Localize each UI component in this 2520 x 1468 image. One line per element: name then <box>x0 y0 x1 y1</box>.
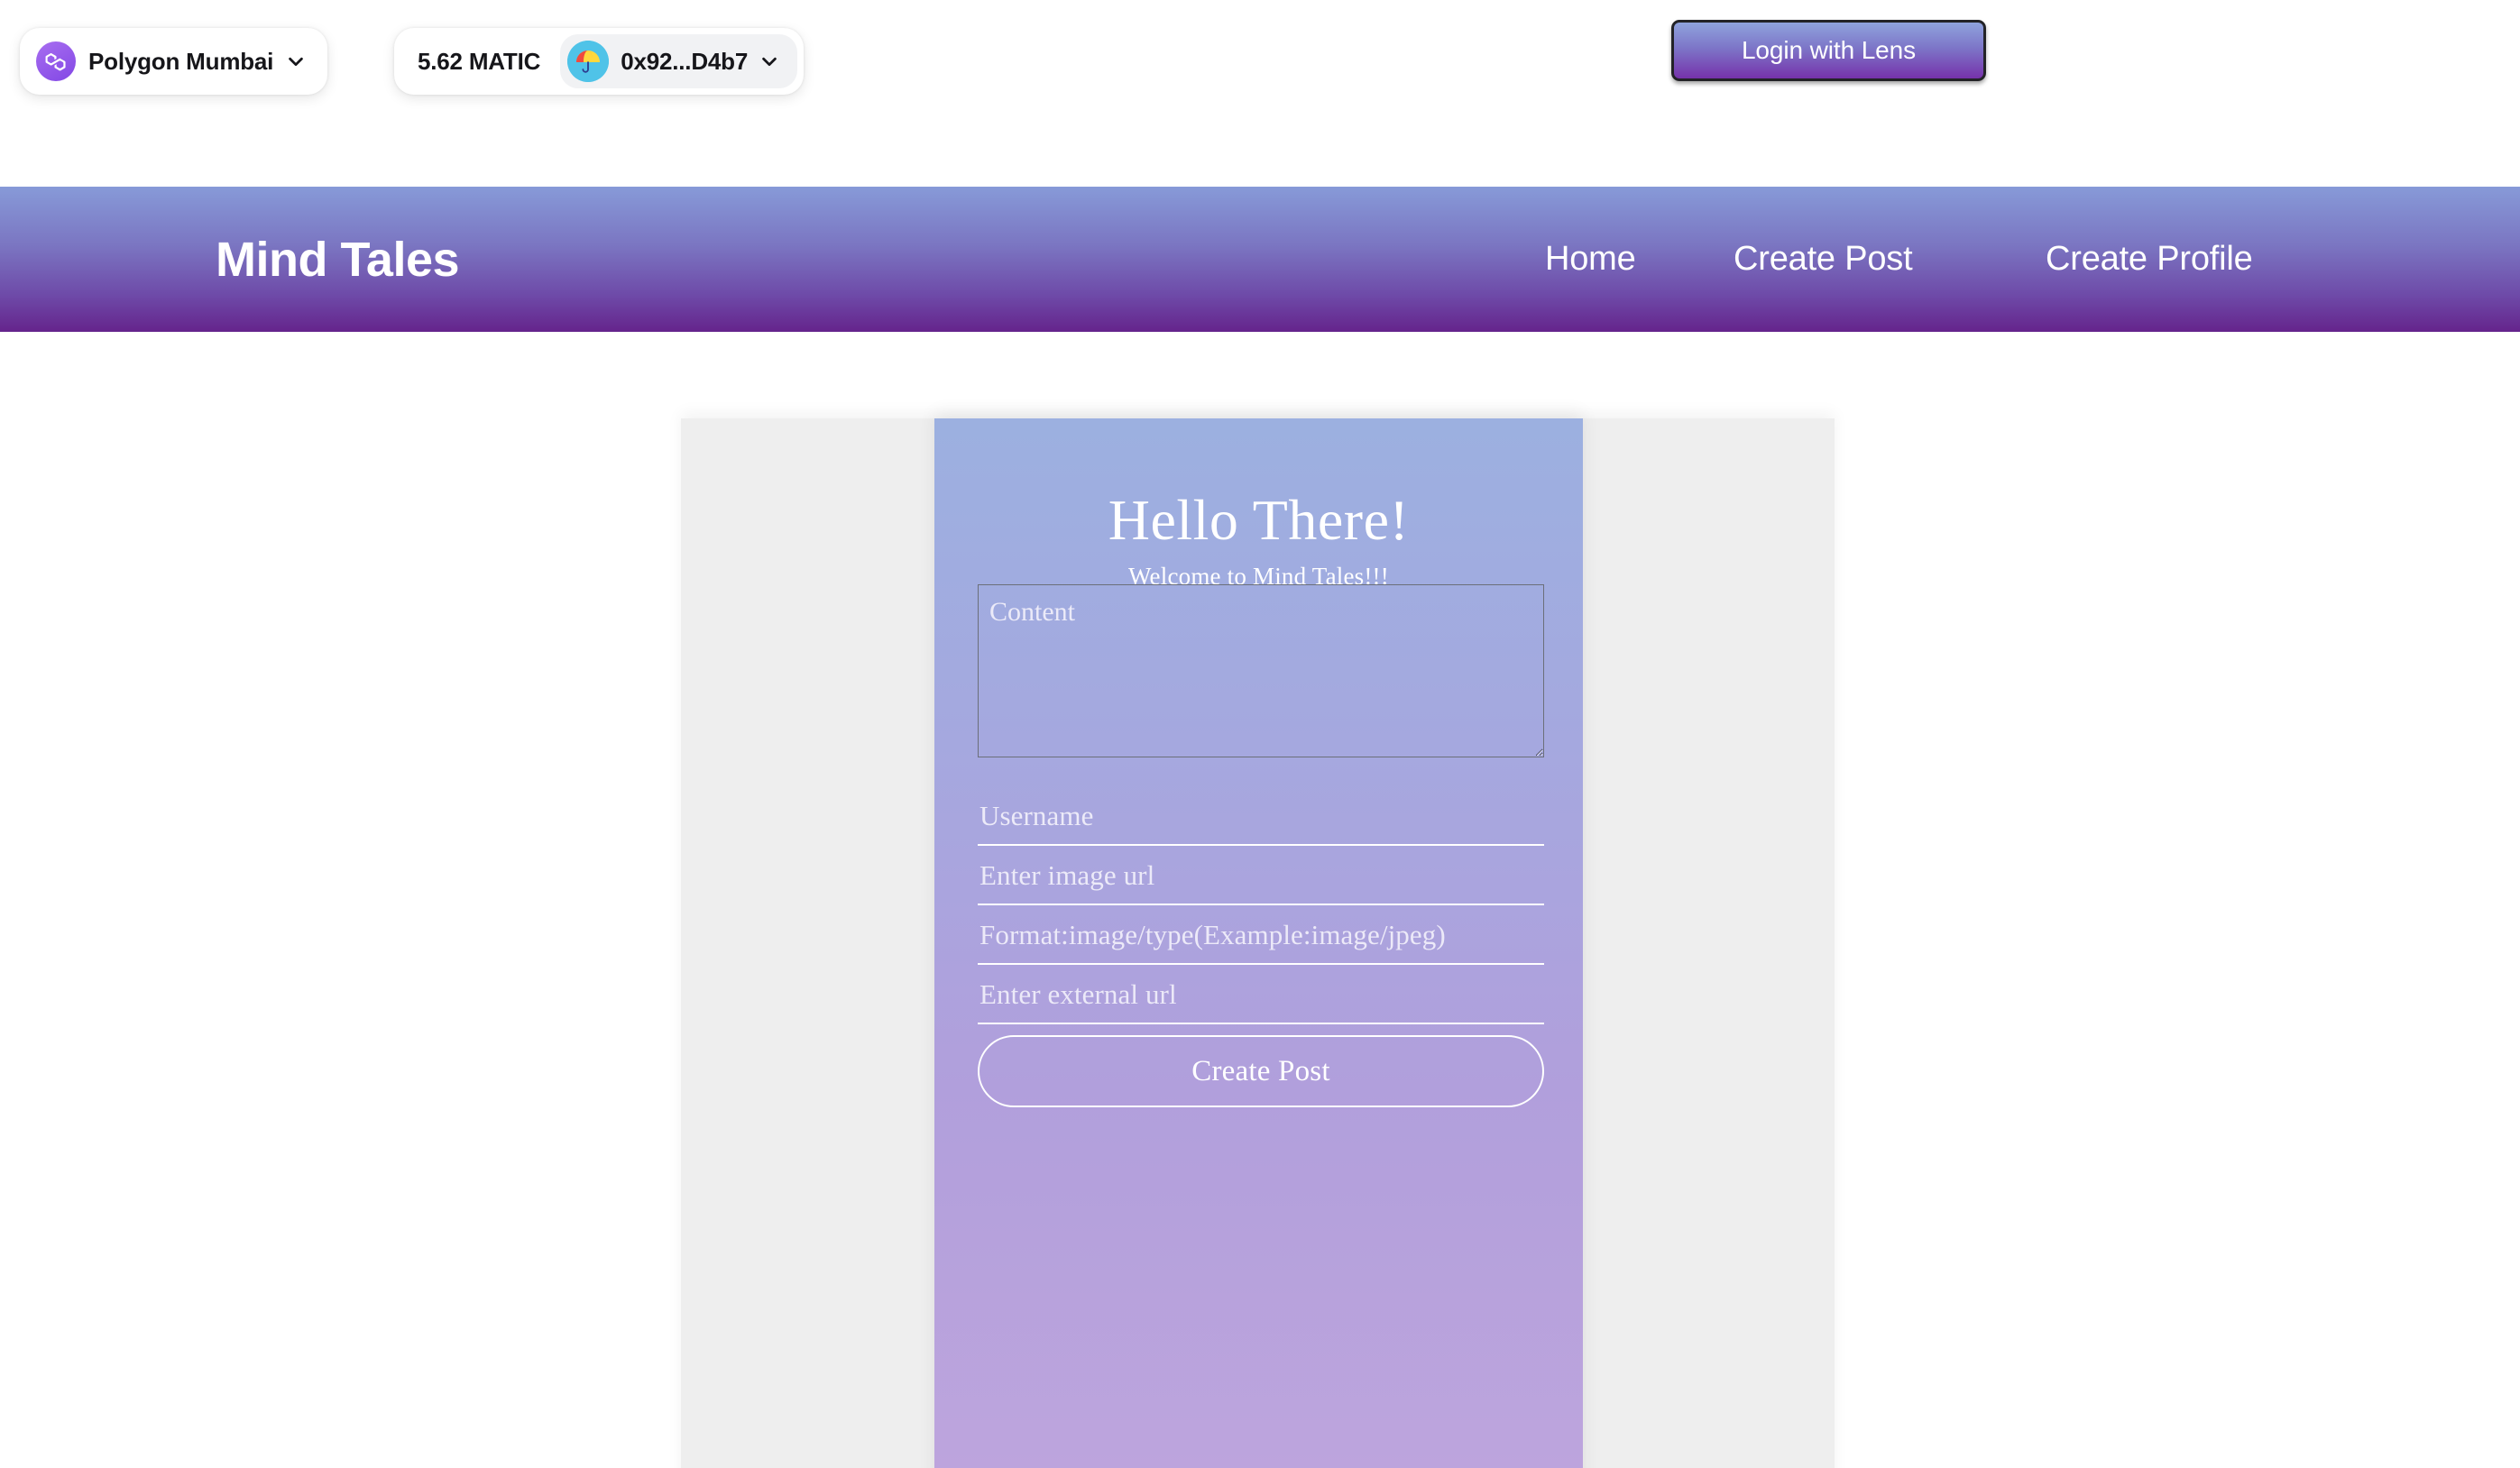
create-post-submit-button[interactable]: Create Post <box>978 1035 1544 1107</box>
content-textarea[interactable] <box>978 584 1544 757</box>
nav-link-create-post[interactable]: Create Post <box>1734 240 1913 279</box>
external-url-input[interactable] <box>978 974 1544 1024</box>
brand-title: Mind Tales <box>216 232 460 287</box>
account-chip[interactable]: 5.62 MATIC 0x92...D4b7 <box>394 28 805 95</box>
content-field-wrapper <box>978 584 1544 757</box>
account-address-label: 0x92...D4b7 <box>621 47 749 75</box>
polygon-logo-icon <box>36 41 76 81</box>
network-selector-chip[interactable]: Polygon Mumbai <box>20 28 328 95</box>
umbrella-avatar-icon <box>567 41 610 82</box>
chevron-down-icon <box>286 51 306 71</box>
card-title: Hello There! <box>1108 488 1410 552</box>
create-post-card: Hello There! Welcome to Mind Tales!!! Cr… <box>934 418 1583 1468</box>
chevron-down-icon <box>759 51 779 71</box>
main-navbar: Mind Tales Home Create Post Create Profi… <box>0 187 2520 332</box>
page-body: Hello There! Welcome to Mind Tales!!! Cr… <box>0 332 2520 1468</box>
external-url-field-wrapper <box>978 974 1544 1042</box>
image-url-field-wrapper <box>978 855 1544 923</box>
balance-label: 5.62 MATIC <box>418 47 541 75</box>
image-url-input[interactable] <box>978 855 1544 905</box>
nav-link-create-profile[interactable]: Create Profile <box>2046 240 2253 279</box>
login-with-lens-button[interactable]: Login with Lens <box>1671 20 1986 81</box>
image-format-field-wrapper <box>978 914 1544 983</box>
nav-link-home[interactable]: Home <box>1545 240 1636 279</box>
username-input[interactable] <box>978 795 1544 846</box>
image-format-input[interactable] <box>978 914 1544 965</box>
network-name-label: Polygon Mumbai <box>88 47 274 75</box>
account-inner-chip[interactable]: 0x92...D4b7 <box>560 34 798 88</box>
username-field-wrapper <box>978 795 1544 864</box>
wallet-bar: Polygon Mumbai 5.62 MATIC 0x92...D4b7 Lo <box>0 0 2520 187</box>
